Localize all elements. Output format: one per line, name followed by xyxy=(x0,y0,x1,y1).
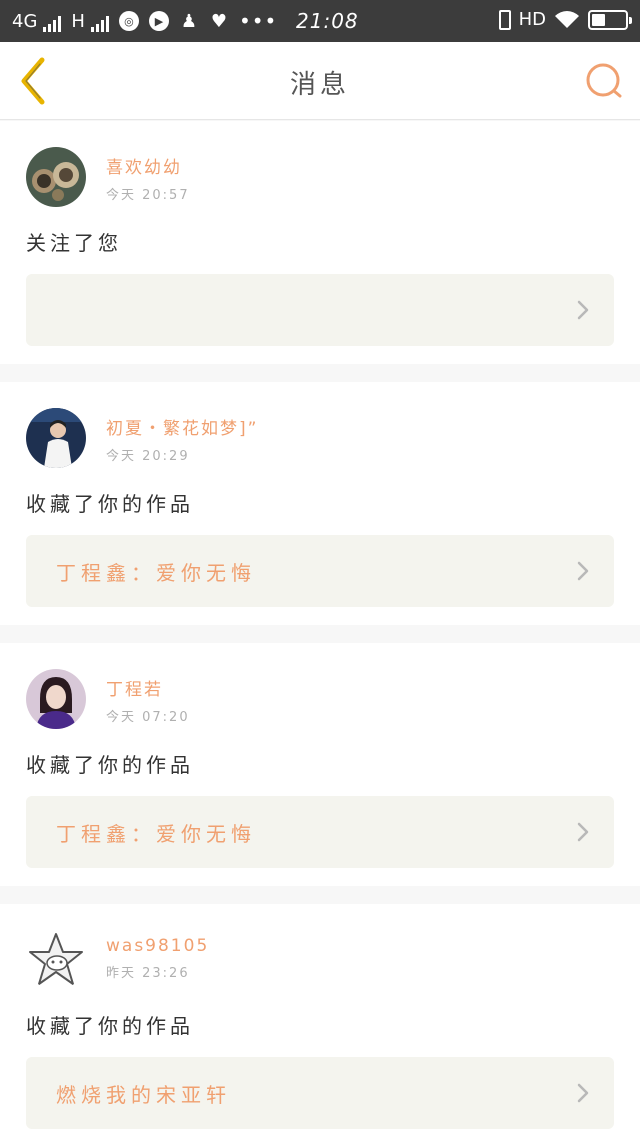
wifi-icon xyxy=(555,10,579,28)
work-title: 燃烧我的宋亚轩 xyxy=(56,1082,231,1107)
user-name[interactable]: 喜欢幼幼 xyxy=(106,153,190,178)
user-name[interactable]: 初夏・繁花如梦]” xyxy=(106,414,258,439)
work-link[interactable] xyxy=(26,274,614,346)
network-4g: 4G xyxy=(12,10,62,32)
message-action: 收藏了你的作品 xyxy=(26,753,194,777)
message-action: 关注了您 xyxy=(26,231,122,255)
work-title: 丁程鑫：爱你无悔 xyxy=(56,821,256,846)
status-bar: 4G H ◎ ▶ ♟ ♥ ••• 21:08 HD xyxy=(0,0,640,42)
app-header: 消息 xyxy=(0,42,640,120)
signal-icon xyxy=(43,15,62,32)
message-card: 初夏・繁花如梦]” 今天 20:29 收藏了你的作品 丁程鑫：爱你无悔 xyxy=(0,382,640,625)
chevron-right-icon xyxy=(577,822,589,842)
more-notifications-icon: ••• xyxy=(238,9,278,33)
message-time: 昨天 23:26 xyxy=(106,966,190,981)
avatar[interactable] xyxy=(26,147,86,207)
avatar[interactable] xyxy=(26,930,86,990)
clock: 21:08 xyxy=(296,9,359,33)
heart-notification-icon: ♥ xyxy=(210,10,228,32)
hd-label: HD xyxy=(518,9,546,30)
user-name[interactable]: 丁程若 xyxy=(106,675,190,700)
avatar[interactable] xyxy=(26,408,86,468)
default-avatar-star-icon xyxy=(26,930,86,990)
message-time: 今天 20:57 xyxy=(106,188,190,203)
qq-notification-icon: ♟ xyxy=(180,10,198,32)
signal-icon-2 xyxy=(90,15,109,32)
network-h: H xyxy=(71,11,109,32)
avatar-image xyxy=(26,147,86,207)
message-card: was98105 昨天 23:26 收藏了你的作品 燃烧我的宋亚轩 xyxy=(0,904,640,1138)
battery-icon xyxy=(588,9,632,30)
message-card: 丁程若 今天 07:20 收藏了你的作品 丁程鑫：爱你无悔 xyxy=(0,643,640,886)
play-notification-icon: ▶ xyxy=(148,11,169,31)
search-icon xyxy=(586,63,622,98)
work-link[interactable]: 丁程鑫：爱你无悔 xyxy=(26,535,614,607)
avatar[interactable] xyxy=(26,669,86,729)
app-notification-icon: ◎ xyxy=(118,11,139,31)
work-link[interactable]: 燃烧我的宋亚轩 xyxy=(26,1057,614,1129)
search-button[interactable] xyxy=(584,60,626,102)
message-card: 喜欢幼幼 今天 20:57 关注了您 xyxy=(0,121,640,364)
network-4g-label: 4G xyxy=(12,10,38,32)
chevron-right-icon xyxy=(577,300,589,320)
work-link[interactable]: 丁程鑫：爱你无悔 xyxy=(26,796,614,868)
user-name[interactable]: was98105 xyxy=(106,936,209,956)
page-title: 消息 xyxy=(289,70,350,100)
message-list: 喜欢幼幼 今天 20:57 关注了您 初夏・繁花如梦]” 今天 20:29 收藏… xyxy=(0,121,640,1138)
chevron-right-icon xyxy=(577,561,589,581)
message-time: 今天 20:29 xyxy=(106,449,190,464)
chevron-right-icon xyxy=(577,1083,589,1103)
message-action: 收藏了你的作品 xyxy=(26,492,194,516)
work-title: 丁程鑫：爱你无悔 xyxy=(56,560,256,585)
network-h-label: H xyxy=(71,10,85,32)
message-time: 今天 07:20 xyxy=(106,710,190,725)
avatar-image xyxy=(26,669,86,729)
vibrate-icon xyxy=(498,9,511,30)
avatar-image xyxy=(26,408,86,468)
message-action: 收藏了你的作品 xyxy=(26,1014,194,1038)
